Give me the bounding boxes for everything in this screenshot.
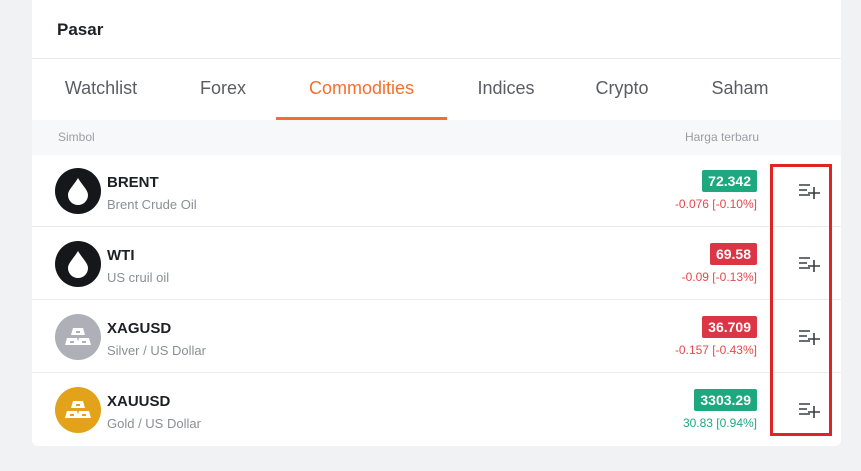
add-to-watchlist-icon[interactable] xyxy=(797,325,821,349)
instrument-name: Gold / US Dollar xyxy=(107,416,201,431)
tab-forex[interactable]: Forex xyxy=(190,59,256,120)
price-badge: 3303.29 xyxy=(694,389,757,411)
instrument-row-xauusd[interactable]: XAUUSD Gold / US Dollar 3303.29 30.83 [0… xyxy=(32,374,841,446)
instrument-row-xagusd[interactable]: XAGUSD Silver / US Dollar 36.709 -0.157 … xyxy=(32,301,841,373)
price-change: -0.076 [-0.10%] xyxy=(674,197,757,211)
oil-drop-icon xyxy=(55,168,101,214)
tab-watchlist[interactable]: Watchlist xyxy=(51,59,151,120)
add-to-watchlist-icon[interactable] xyxy=(797,179,821,203)
instrument-row-brent[interactable]: BRENT Brent Crude Oil 72.342 -0.076 [-0.… xyxy=(32,155,841,227)
add-to-watchlist-icon[interactable] xyxy=(797,398,821,422)
markets-panel: Pasar Watchlist Forex Commodities Indice… xyxy=(32,0,841,446)
column-latest-price: Harga terbaru xyxy=(684,130,759,144)
instrument-symbol: XAGUSD xyxy=(107,320,172,337)
instrument-name: Silver / US Dollar xyxy=(107,343,206,358)
market-tabs: Watchlist Forex Commodities Indices Cryp… xyxy=(32,59,841,120)
tab-commodities[interactable]: Commodities xyxy=(276,59,447,120)
tab-saham[interactable]: Saham xyxy=(702,59,778,120)
price-change: -0.157 [-0.43%] xyxy=(674,343,757,357)
gold-bars-icon xyxy=(55,387,101,433)
tab-indices[interactable]: Indices xyxy=(466,59,546,120)
instrument-symbol: WTI xyxy=(107,247,135,264)
tab-crypto[interactable]: Crypto xyxy=(584,59,660,120)
silver-bars-icon xyxy=(55,314,101,360)
instrument-name: Brent Crude Oil xyxy=(107,197,197,212)
instrument-symbol: XAUUSD xyxy=(107,393,171,410)
instrument-row-wti[interactable]: WTI US cruil oil 69.58 -0.09 [-0.13%] xyxy=(32,228,841,300)
price-change: -0.09 [-0.13%] xyxy=(681,270,757,284)
price-badge: 36.709 xyxy=(702,316,757,338)
instrument-symbol: BRENT xyxy=(107,174,159,191)
instrument-name: US cruil oil xyxy=(107,270,170,285)
column-header: Simbol Harga terbaru xyxy=(32,120,841,155)
price-badge: 72.342 xyxy=(702,170,757,192)
add-to-watchlist-icon[interactable] xyxy=(797,252,821,276)
column-symbol: Simbol xyxy=(58,130,95,144)
price-badge: 69.58 xyxy=(709,243,757,265)
price-change: 30.83 [0.94%] xyxy=(682,416,757,430)
panel-title: Pasar xyxy=(57,20,104,39)
oil-drop-icon xyxy=(55,241,101,287)
